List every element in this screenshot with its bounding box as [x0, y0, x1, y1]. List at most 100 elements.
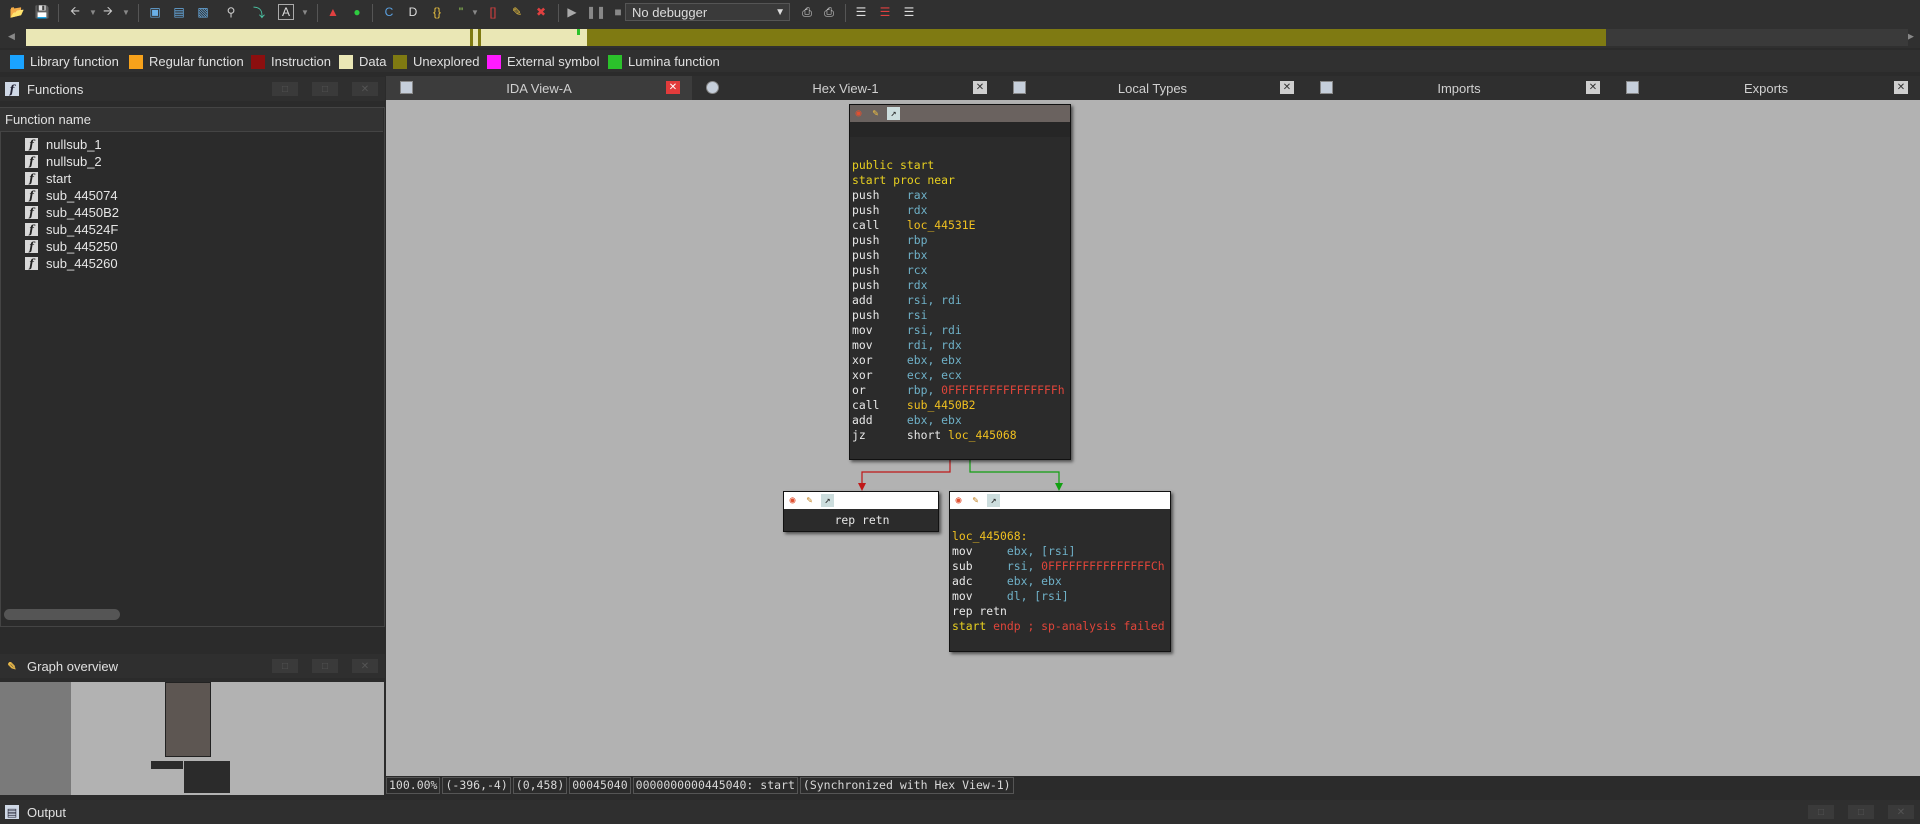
- function-item[interactable]: f sub_445250: [25, 238, 118, 255]
- restore-icon[interactable]: □: [312, 82, 338, 96]
- asm-line: push rax: [850, 188, 1070, 203]
- disassembly-icon: [400, 81, 413, 94]
- tab-imports[interactable]: Imports ✕: [1306, 76, 1612, 100]
- nav-left-arrow-icon[interactable]: ◀: [8, 31, 15, 42]
- back-icon[interactable]: 🡨: [66, 3, 84, 21]
- close-icon[interactable]: ✕: [352, 82, 378, 96]
- tab-ida-view-a[interactable]: IDA View-A ✕: [386, 76, 692, 100]
- status-bar: 100.00% (-396,-4) (0,458) 00045040 00000…: [386, 776, 1920, 794]
- asm-operand: rsi, rdi: [906, 323, 962, 337]
- array-icon[interactable]: []: [484, 3, 502, 21]
- rename-icon[interactable]: ✎: [508, 3, 526, 21]
- color-icon[interactable]: ◉: [852, 107, 865, 120]
- asm-line: add ebx, ebx: [850, 413, 1070, 428]
- overview-left-block: [151, 761, 183, 769]
- function-item[interactable]: f sub_44524F: [25, 221, 118, 238]
- graph-view[interactable]: ◉ ✎ ↗ public start start proc near push …: [386, 100, 1920, 776]
- data-icon[interactable]: D: [404, 3, 422, 21]
- forward-icon[interactable]: 🡪: [99, 3, 117, 21]
- asm-mnemonic: call: [852, 218, 907, 232]
- edit-icon[interactable]: ✎: [803, 494, 816, 507]
- asm-line: call loc_44531E: [850, 218, 1070, 233]
- asm-immediate: 0FFFFFFFFFFFFFFFFh: [941, 383, 1065, 397]
- add-list-icon[interactable]: ☰: [900, 3, 918, 21]
- text-view-icon[interactable]: ▤: [170, 3, 188, 21]
- close-icon[interactable]: ✕: [1888, 805, 1914, 819]
- function-item[interactable]: f sub_445074: [25, 187, 118, 204]
- function-item[interactable]: f start: [25, 170, 71, 187]
- asm-operand: rcx: [906, 263, 928, 277]
- asm-line: push rbx: [850, 248, 1070, 263]
- search-icon[interactable]: ⚲: [222, 3, 240, 21]
- green-circle-icon[interactable]: ●: [348, 3, 366, 21]
- loc-445068-block[interactable]: ◉ ✎ ↗ loc_445068: mov ebx, [rsi] sub rsi,…: [949, 491, 1171, 652]
- pause-icon[interactable]: ❚❚: [586, 3, 606, 21]
- close-icon[interactable]: ✕: [1894, 81, 1908, 94]
- delete-list-icon[interactable]: ☰: [876, 3, 894, 21]
- group-icon[interactable]: ↗: [821, 494, 834, 507]
- struct-icon[interactable]: {}: [428, 3, 446, 21]
- function-item[interactable]: f sub_445260: [25, 255, 118, 272]
- restore-icon[interactable]: □: [1848, 805, 1874, 819]
- save-icon[interactable]: 💾: [33, 3, 51, 21]
- debugger-select[interactable]: No debugger ▼: [625, 3, 790, 21]
- output-panel-header[interactable]: ▤ Output □ □ ✕: [0, 800, 1920, 824]
- breakpoint-icon[interactable]: ▲: [324, 3, 342, 21]
- legend-library-function: Library function: [10, 54, 119, 69]
- legend-unexplored: Unexplored: [393, 54, 480, 69]
- retn-block-left[interactable]: ◉ ✎ ↗ rep retn: [783, 491, 939, 532]
- text-search-icon[interactable]: A: [278, 4, 294, 20]
- close-icon[interactable]: ✕: [1280, 81, 1294, 94]
- float-icon[interactable]: □: [272, 659, 298, 673]
- proximity-view-icon[interactable]: ▧: [194, 3, 212, 21]
- text-search-dropdown-icon[interactable]: ▼: [296, 3, 314, 21]
- color-icon[interactable]: ◉: [952, 494, 965, 507]
- attach-icon[interactable]: ⎙: [798, 3, 816, 21]
- horizontal-scrollbar[interactable]: [4, 609, 120, 620]
- string-dropdown-icon[interactable]: ▼: [466, 3, 484, 21]
- legend-data: Data: [339, 54, 386, 69]
- function-item[interactable]: f sub_4450B2: [25, 204, 119, 221]
- group-icon[interactable]: ↗: [987, 494, 1000, 507]
- asm-line: start endp ; sp-analysis failed: [952, 619, 1165, 633]
- tab-local-types[interactable]: Local Types ✕: [999, 76, 1306, 100]
- close-icon[interactable]: ✕: [1586, 81, 1600, 94]
- chevron-down-icon: ▼: [775, 7, 785, 18]
- close-icon[interactable]: ✕: [352, 659, 378, 673]
- undefine-icon[interactable]: ✖: [532, 3, 550, 21]
- navigation-band[interactable]: [26, 29, 1908, 46]
- detach-icon[interactable]: ⎙: [820, 3, 838, 21]
- asm-line: adc ebx, ebx: [950, 574, 1170, 589]
- restore-icon[interactable]: □: [312, 659, 338, 673]
- asm-mnemonic: push: [852, 203, 907, 217]
- tab-exports[interactable]: Exports ✕: [1612, 76, 1920, 100]
- list-icon[interactable]: ☰: [852, 3, 870, 21]
- asm-operand: rdx: [906, 203, 928, 217]
- asm-line: push rdx: [850, 278, 1070, 293]
- function-item[interactable]: f nullsub_2: [25, 153, 102, 170]
- float-icon[interactable]: □: [1808, 805, 1834, 819]
- run-icon[interactable]: ▶: [563, 3, 581, 21]
- color-icon[interactable]: ◉: [786, 494, 799, 507]
- edit-icon[interactable]: ✎: [969, 494, 982, 507]
- close-icon[interactable]: ✕: [666, 81, 680, 94]
- start-block[interactable]: ◉ ✎ ↗ public start start proc near push …: [849, 104, 1071, 460]
- asm-line: start proc near: [852, 173, 955, 187]
- asm-jump-target[interactable]: loc_445068: [948, 428, 1017, 442]
- tab-hex-view-1[interactable]: Hex View-1 ✕: [692, 76, 999, 100]
- asm-mnemonic: push: [852, 263, 907, 277]
- function-name-column-header[interactable]: Function name: [0, 108, 383, 132]
- forward-dropdown-icon[interactable]: ▼: [117, 3, 135, 21]
- open-file-icon[interactable]: 📂: [8, 3, 26, 21]
- code-icon[interactable]: C: [380, 3, 398, 21]
- jump-icon[interactable]: ⤵: [250, 3, 268, 21]
- graph-overview-canvas[interactable]: [0, 682, 384, 795]
- nav-right-arrow-icon[interactable]: ▶: [1907, 31, 1914, 42]
- graph-view-icon[interactable]: ▣: [146, 3, 164, 21]
- group-icon[interactable]: ↗: [887, 107, 900, 120]
- function-item[interactable]: f nullsub_1: [25, 136, 102, 153]
- edit-icon[interactable]: ✎: [869, 107, 882, 120]
- asm-mnemonic: mov: [852, 323, 907, 337]
- close-icon[interactable]: ✕: [973, 81, 987, 94]
- float-icon[interactable]: □: [272, 82, 298, 96]
